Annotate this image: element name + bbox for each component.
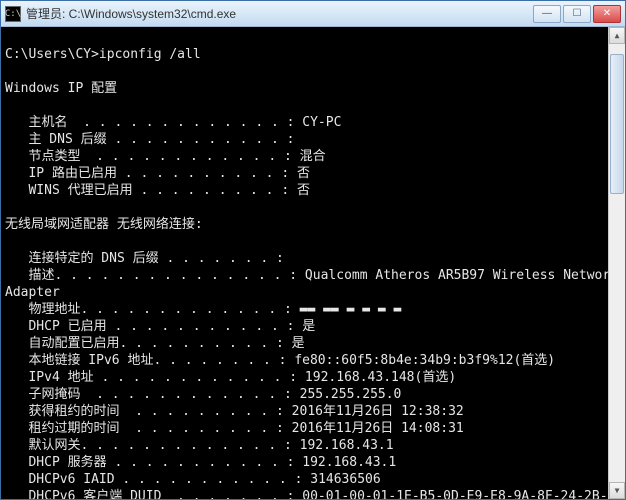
cmd-window: C:\ 管理员: C:\Windows\system32\cmd.exe — ☐… <box>0 0 626 500</box>
window-buttons: — ☐ ✕ <box>533 5 621 23</box>
scrollbar[interactable]: ▲ ▼ <box>608 27 625 499</box>
scroll-down-button[interactable]: ▼ <box>609 482 625 499</box>
title-prefix: 管理员: <box>26 7 69 21</box>
title-path: C:\Windows\system32\cmd.exe <box>69 7 236 21</box>
minimize-button[interactable]: — <box>533 5 561 23</box>
terminal-output[interactable]: C:\Users\CY>ipconfig /all Windows IP 配置 … <box>1 27 608 499</box>
close-button[interactable]: ✕ <box>593 5 621 23</box>
window-title: 管理员: C:\Windows\system32\cmd.exe <box>26 5 533 22</box>
terminal-area: C:\Users\CY>ipconfig /all Windows IP 配置 … <box>1 27 625 499</box>
scroll-up-button[interactable]: ▲ <box>609 27 625 44</box>
scroll-thumb[interactable] <box>610 54 624 194</box>
cmd-icon: C:\ <box>5 6 21 22</box>
maximize-button[interactable]: ☐ <box>563 5 591 23</box>
scroll-track[interactable] <box>609 44 625 482</box>
titlebar[interactable]: C:\ 管理员: C:\Windows\system32\cmd.exe — ☐… <box>1 1 625 27</box>
